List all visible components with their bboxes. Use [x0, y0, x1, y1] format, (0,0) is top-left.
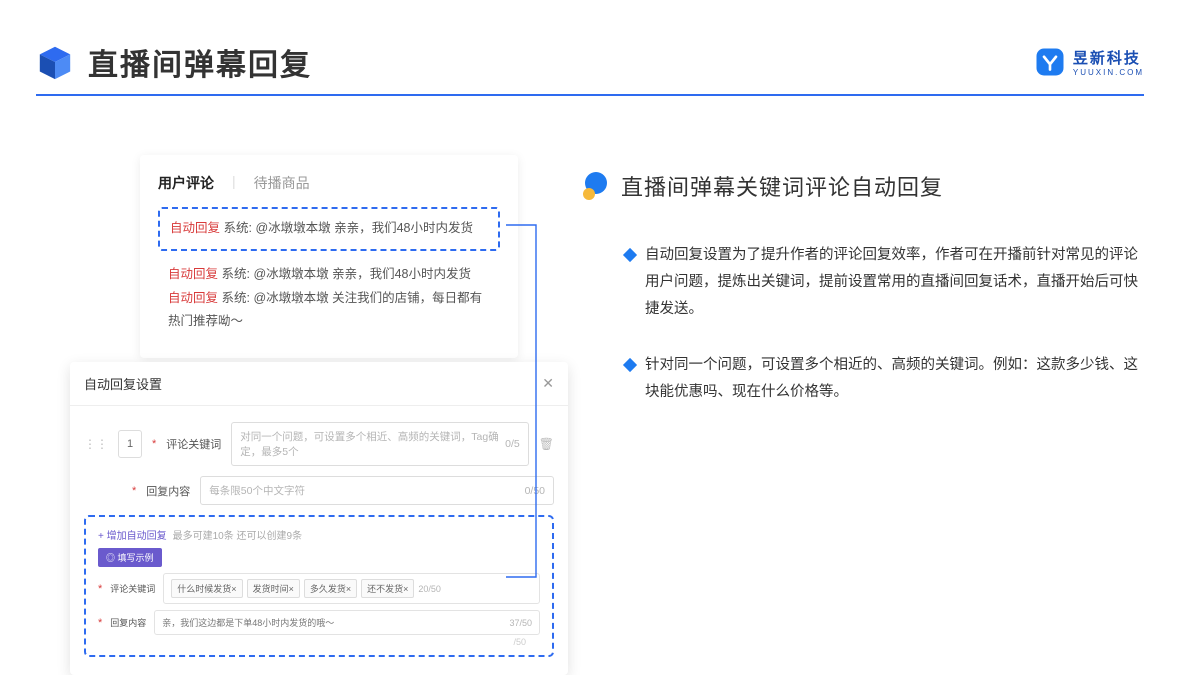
- brand-logo: 昱新科技 YUUXIN.COM: [1035, 47, 1144, 77]
- bullet-text: 针对同一个问题，可设置多个相近的、高频的关键词。例如：这款多少钱、这块能优惠吗、…: [645, 352, 1141, 406]
- ex-reply-value: 亲，我们这边都是下单48小时内发货的哦～: [162, 616, 334, 629]
- drag-handle-icon[interactable]: ⋮⋮: [84, 437, 108, 451]
- example-highlight-box: + 增加自动回复最多可建10条 还可以创建9条 ◎ 填写示例 * 评论关键词 什…: [84, 515, 554, 657]
- tag-chip[interactable]: 多久发货×: [304, 579, 357, 598]
- ex-keyword-label: 评论关键词: [110, 582, 155, 595]
- ex-reply-counter: 37/50: [509, 618, 532, 628]
- cube-icon: [36, 43, 74, 81]
- section-title: 直播间弹幕关键词评论自动回复: [621, 170, 943, 202]
- bullet-item: 自动回复设置为了提升作者的评论回复效率，作者可在开播前针对常见的评论用户问题，提…: [583, 242, 1141, 322]
- slide-header: 直播间弹幕回复 昱新科技 YUUXIN.COM: [36, 40, 1144, 96]
- add-auto-reply-link[interactable]: + 增加自动回复最多可建10条 还可以创建9条: [98, 527, 540, 542]
- tag-chip[interactable]: 什么时候发货×: [171, 579, 242, 598]
- tabs: 用户评论 | 待播商品: [158, 173, 500, 193]
- settings-title: 自动回复设置: [84, 374, 162, 393]
- bullet-item: 针对同一个问题，可设置多个相近的、高频的关键词。例如：这款多少钱、这块能优惠吗、…: [583, 352, 1141, 406]
- tab-products[interactable]: 待播商品: [254, 173, 310, 193]
- keyword-placeholder: 对同一个问题，可设置多个相近、高频的关键词，Tag确定，最多5个: [240, 429, 505, 459]
- bubble-icon: [583, 172, 611, 200]
- reply-label: 回复内容: [146, 483, 190, 499]
- tag-chip[interactable]: 还不发货×: [361, 579, 414, 598]
- ex-keyword-input[interactable]: 什么时候发货× 发货时间× 多久发货× 还不发货× 20/50: [163, 573, 540, 604]
- required-star: *: [98, 583, 102, 595]
- auto-reply-settings-panel: 自动回复设置 ✕ ⋮⋮ 1 * 评论关键词 对同一个问题，可设置多个相近、高频的…: [70, 362, 568, 675]
- bullet-text: 自动回复设置为了提升作者的评论回复效率，作者可在开播前针对常见的评论用户问题，提…: [645, 242, 1141, 322]
- comment-text: 系统: @冰墩墩本墩 亲亲，我们48小时内发货: [222, 267, 472, 281]
- reply-placeholder: 每条限50个中文字符: [209, 483, 305, 498]
- comment-text: 系统: @冰墩墩本墩 亲亲，我们48小时内发货: [224, 221, 474, 235]
- diamond-icon: [623, 358, 637, 372]
- required-star: *: [98, 617, 102, 629]
- ex-reply-input[interactable]: 亲，我们这边都是下单48小时内发货的哦～ 37/50: [154, 610, 540, 635]
- ex-keyword-counter: 20/50: [418, 584, 441, 594]
- tab-separator: |: [232, 173, 236, 193]
- right-content: 直播间弹幕关键词评论自动回复 自动回复设置为了提升作者的评论回复效率，作者可在开…: [583, 170, 1141, 436]
- faint-counter: /50: [513, 637, 526, 647]
- diamond-icon: [623, 248, 637, 262]
- index-box: 1: [118, 430, 142, 458]
- auto-reply-tag: 自动回复: [168, 267, 218, 281]
- header-divider: [36, 94, 1144, 96]
- brand-url: YUUXIN.COM: [1073, 68, 1144, 77]
- comments-panel: 用户评论 | 待播商品 自动回复 系统: @冰墩墩本墩 亲亲，我们48小时内发货…: [140, 155, 518, 358]
- example-badge: ◎ 填写示例: [98, 548, 162, 567]
- trash-icon[interactable]: 🗑: [539, 437, 554, 451]
- keyword-label: 评论关键词: [166, 436, 221, 452]
- highlighted-comment: 自动回复 系统: @冰墩墩本墩 亲亲，我们48小时内发货: [158, 207, 500, 251]
- auto-reply-tag: 自动回复: [168, 291, 218, 305]
- page-title: 直播间弹幕回复: [88, 40, 312, 84]
- tab-user-comments[interactable]: 用户评论: [158, 173, 214, 193]
- brand-icon: [1035, 47, 1065, 77]
- tag-chip[interactable]: 发货时间×: [247, 579, 300, 598]
- keyword-counter: 0/5: [505, 438, 520, 450]
- reply-counter: 0/50: [525, 485, 545, 497]
- ex-reply-label: 回复内容: [110, 616, 146, 629]
- required-star: *: [152, 438, 156, 450]
- brand-name: 昱新科技: [1073, 47, 1144, 68]
- close-icon[interactable]: ✕: [542, 375, 554, 392]
- keyword-input[interactable]: 对同一个问题，可设置多个相近、高频的关键词，Tag确定，最多5个 0/5: [231, 422, 528, 466]
- auto-reply-tag: 自动回复: [170, 221, 220, 235]
- required-star: *: [132, 485, 136, 497]
- reply-input[interactable]: 每条限50个中文字符 0/50: [200, 476, 554, 505]
